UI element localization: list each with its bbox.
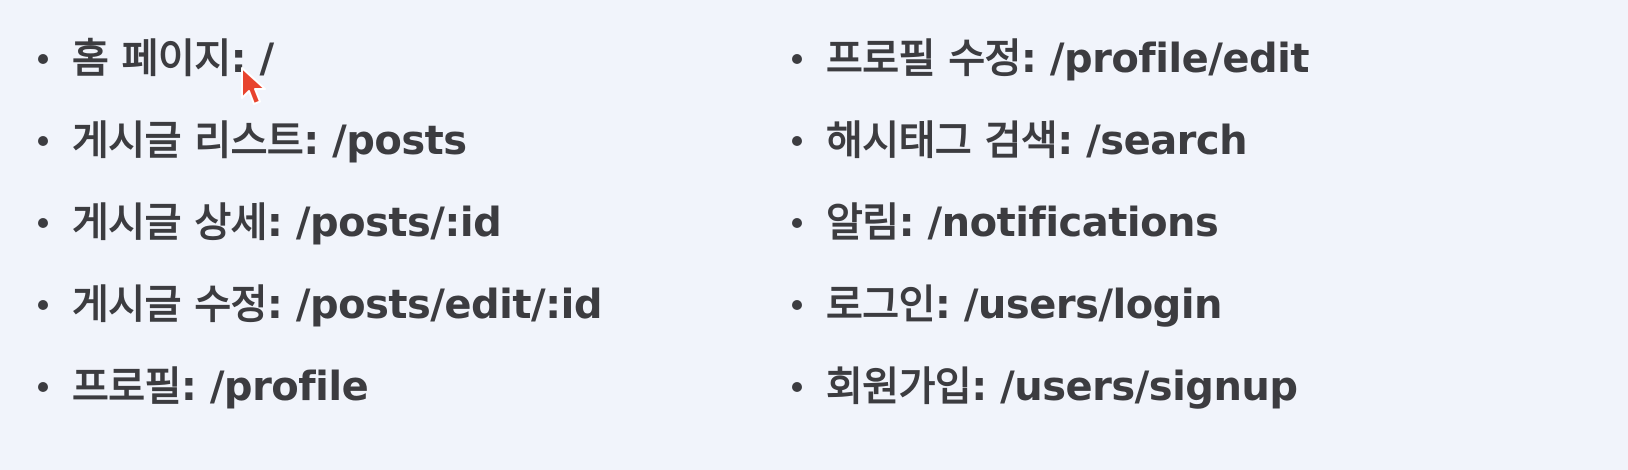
route-item-profile-edit: 프로필 수정: /profile/edit xyxy=(790,18,1309,100)
route-label: 프로필: /profile xyxy=(72,364,369,410)
route-item-profile: 프로필: /profile xyxy=(36,346,602,428)
bullet-icon xyxy=(792,382,802,392)
route-item-search: 해시태그 검색: /search xyxy=(790,100,1309,182)
route-item-signup: 회원가입: /users/signup xyxy=(790,346,1309,428)
bullet-icon xyxy=(38,136,48,146)
route-label: 게시글 리스트: /posts xyxy=(72,118,467,164)
route-item-post-detail: 게시글 상세: /posts/:id xyxy=(36,182,602,264)
route-label: 로그인: /users/login xyxy=(826,282,1223,328)
route-label: 알림: /notifications xyxy=(826,200,1219,246)
route-item-posts: 게시글 리스트: /posts xyxy=(36,100,602,182)
bullet-icon xyxy=(38,218,48,228)
bullet-icon xyxy=(792,218,802,228)
route-item-home: 홈 페이지: / xyxy=(36,18,602,100)
route-label: 해시태그 검색: /search xyxy=(826,118,1248,164)
route-item-notifications: 알림: /notifications xyxy=(790,182,1309,264)
bullet-icon xyxy=(792,54,802,64)
route-label: 프로필 수정: /profile/edit xyxy=(826,36,1309,82)
route-label: 게시글 상세: /posts/:id xyxy=(72,200,502,246)
route-list-left: 홈 페이지: / 게시글 리스트: /posts 게시글 상세: /posts/… xyxy=(36,18,602,428)
route-item-login: 로그인: /users/login xyxy=(790,264,1309,346)
route-label: 홈 페이지: / xyxy=(72,36,274,82)
bullet-icon xyxy=(792,300,802,310)
bullet-icon xyxy=(38,300,48,310)
route-label: 회원가입: /users/signup xyxy=(826,364,1298,410)
bullet-icon xyxy=(38,54,48,64)
bullet-icon xyxy=(792,136,802,146)
route-item-post-edit: 게시글 수정: /posts/edit/:id xyxy=(36,264,602,346)
route-list-right: 프로필 수정: /profile/edit 해시태그 검색: /search 알… xyxy=(790,18,1309,428)
route-label: 게시글 수정: /posts/edit/:id xyxy=(72,282,602,328)
bullet-icon xyxy=(38,382,48,392)
